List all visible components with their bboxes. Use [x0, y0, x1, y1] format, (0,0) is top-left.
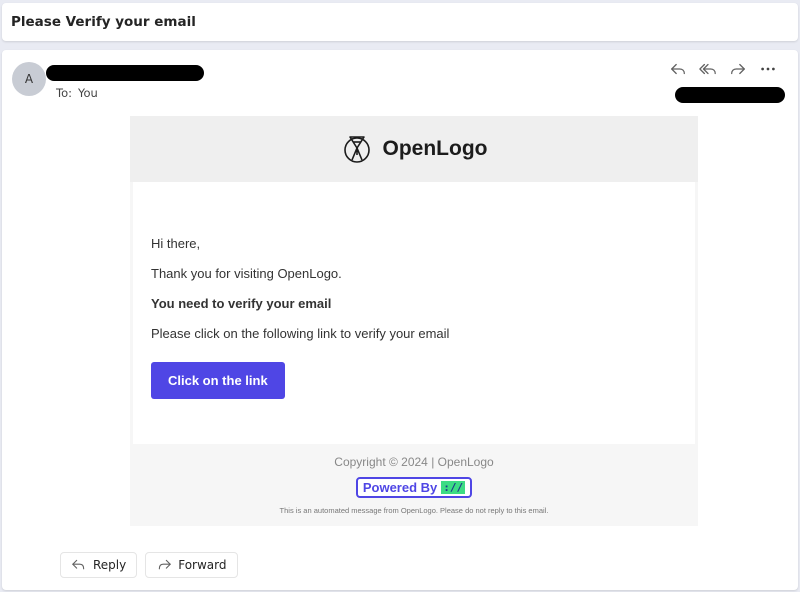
openlogo-logo-icon — [343, 136, 370, 163]
powered-by-badge[interactable]: Powered By :// — [355, 477, 473, 498]
reply-icon — [72, 559, 85, 570]
greeting-text: Hi there, — [151, 236, 201, 251]
automated-note: This is an automated message from OpenLo… — [279, 506, 549, 515]
forward-label: Forward — [178, 558, 227, 572]
verify-link-button[interactable]: Click on the link — [151, 362, 285, 399]
forward-icon[interactable] — [727, 58, 749, 80]
copyright-text: Copyright © 2024 | OpenLogo — [334, 455, 494, 469]
to-label: To: — [56, 86, 72, 100]
avatar[interactable]: A — [12, 62, 46, 96]
reply-button[interactable]: Reply — [60, 552, 138, 578]
email-header: OpenLogo — [130, 116, 698, 182]
recipient-line: To: You — [56, 86, 104, 100]
email-content: Hi there, Thank you for visiting OpenLog… — [133, 182, 695, 444]
message-actions — [667, 58, 779, 80]
reply-bar: Reply Forward — [60, 552, 238, 578]
instruction-text: Please click on the following link to ve… — [151, 326, 450, 341]
reply-all-icon[interactable] — [697, 58, 719, 80]
forward-icon — [159, 559, 172, 570]
more-icon[interactable] — [757, 58, 779, 80]
powered-by-label: Powered By — [362, 480, 438, 495]
email-subject: Please Verify your email — [11, 14, 196, 30]
redacted-sender-name — [46, 65, 204, 81]
brand-name: OpenLogo — [382, 137, 488, 160]
verify-heading: You need to verify your email — [151, 296, 332, 311]
reply-icon[interactable] — [667, 58, 689, 80]
email-footer: Copyright © 2024 | OpenLogo Powered By :… — [130, 444, 698, 526]
powered-by-chip: :// — [441, 481, 466, 494]
forward-button[interactable]: Forward — [145, 552, 238, 578]
subject-bar: Please Verify your email — [2, 3, 798, 41]
message-card: A To: You OpenLogo Hi there, Thank you f… — [2, 50, 798, 590]
email-body: OpenLogo Hi there, Thank you for visitin… — [130, 116, 698, 526]
reply-label: Reply — [93, 558, 127, 572]
redacted-date — [675, 87, 785, 103]
thanks-text: Thank you for visiting OpenLogo. — [151, 266, 342, 281]
to-value[interactable]: You — [78, 86, 98, 100]
